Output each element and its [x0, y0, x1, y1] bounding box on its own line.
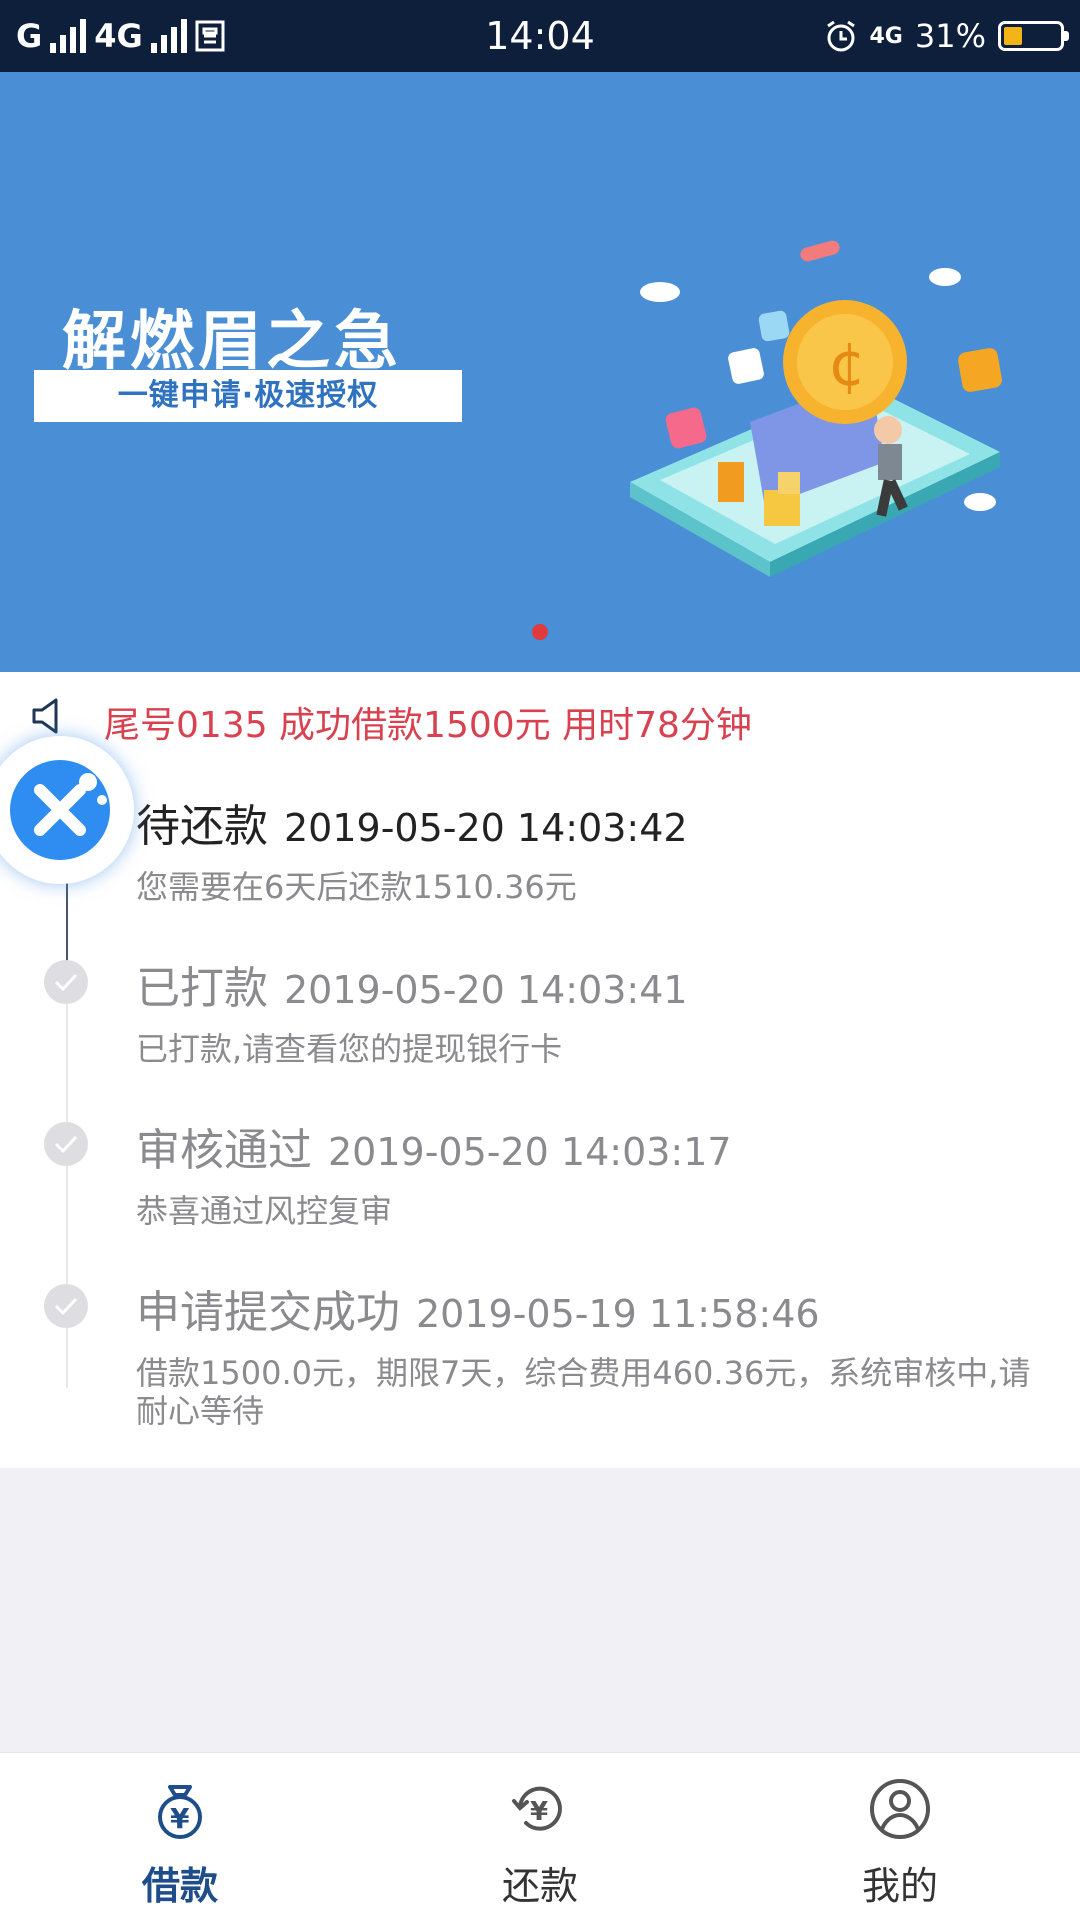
tab-borrow[interactable]: ¥ 借款	[0, 1753, 360, 1921]
check-icon	[44, 960, 88, 1004]
step-time: 2019-05-20 14:03:17	[328, 1130, 732, 1174]
banner-subtitle: 一键申请·极速授权	[34, 370, 462, 422]
tab-label: 借款	[141, 1864, 218, 1908]
step-name: 待还款	[136, 801, 268, 852]
step-name: 审核通过	[136, 1125, 312, 1176]
battery-icon	[998, 21, 1069, 51]
step-desc: 恭喜通过风控复审	[136, 1192, 393, 1230]
notice-text: 尾号0135 成功借款1500元 用时78分钟	[104, 705, 752, 746]
phone-coin-illustration: ¢	[630, 240, 1002, 577]
repay-icon: ¥	[512, 1786, 562, 1831]
tab-mine[interactable]: 我的	[720, 1753, 1080, 1921]
bottom-tab-bar: ¥ 借款 ¥ 还款 我的	[0, 1752, 1080, 1921]
step-desc: 借款1500.0元，期限7天，综合费用460.36元，系统审核中,请耐心等待	[136, 1354, 1031, 1430]
battery-percent: 31%	[914, 17, 986, 55]
step-time: 2019-05-20 14:03:41	[284, 968, 688, 1012]
tab-label: 我的	[861, 1864, 938, 1908]
notice-bar: 尾号0135 成功借款1500元 用时78分钟	[0, 672, 1080, 768]
step-title: 待还款 2019-05-20 14:03:42	[136, 790, 688, 854]
step-title: 申请提交成功 2019-05-19 11:58:46	[136, 1276, 820, 1340]
check-icon	[44, 1284, 88, 1328]
svg-text:¢: ¢	[828, 330, 866, 400]
step-title: 已打款 2019-05-20 14:03:41	[136, 952, 688, 1016]
svg-text:¥: ¥	[170, 1802, 190, 1835]
status-bar: G 4G 14:04 4G 31%	[0, 0, 1080, 72]
user-icon	[870, 1779, 930, 1839]
step-time: 2019-05-19 11:58:46	[416, 1292, 820, 1336]
status-right: 4G 31%	[824, 14, 1069, 58]
carousel-indicator	[532, 624, 548, 640]
step-name: 申请提交成功	[136, 1287, 400, 1338]
step-desc: 已打款,请查看您的提现银行卡	[136, 1030, 563, 1068]
network-label: 4G	[869, 23, 903, 49]
alarm-icon	[826, 20, 855, 52]
step-name: 已打款	[136, 963, 268, 1014]
close-x-icon	[10, 760, 110, 860]
tab-label: 还款	[501, 1864, 578, 1908]
check-icon	[44, 1122, 88, 1166]
tab-repay[interactable]: ¥ 还款	[360, 1753, 720, 1921]
money-bag-icon: ¥	[158, 1785, 202, 1839]
svg-text:¥: ¥	[530, 1797, 548, 1827]
step-title: 审核通过 2019-05-20 14:03:17	[136, 1114, 732, 1178]
step-desc: 您需要在6天后还款1510.36元	[136, 868, 577, 906]
promo-banner[interactable]: 解燃眉之急 一键申请·极速授权 ¢	[0, 72, 1080, 672]
banner-title: 解燃眉之急	[62, 305, 402, 379]
step-time: 2019-05-20 14:03:42	[284, 806, 688, 850]
speaker-icon	[32, 698, 58, 734]
